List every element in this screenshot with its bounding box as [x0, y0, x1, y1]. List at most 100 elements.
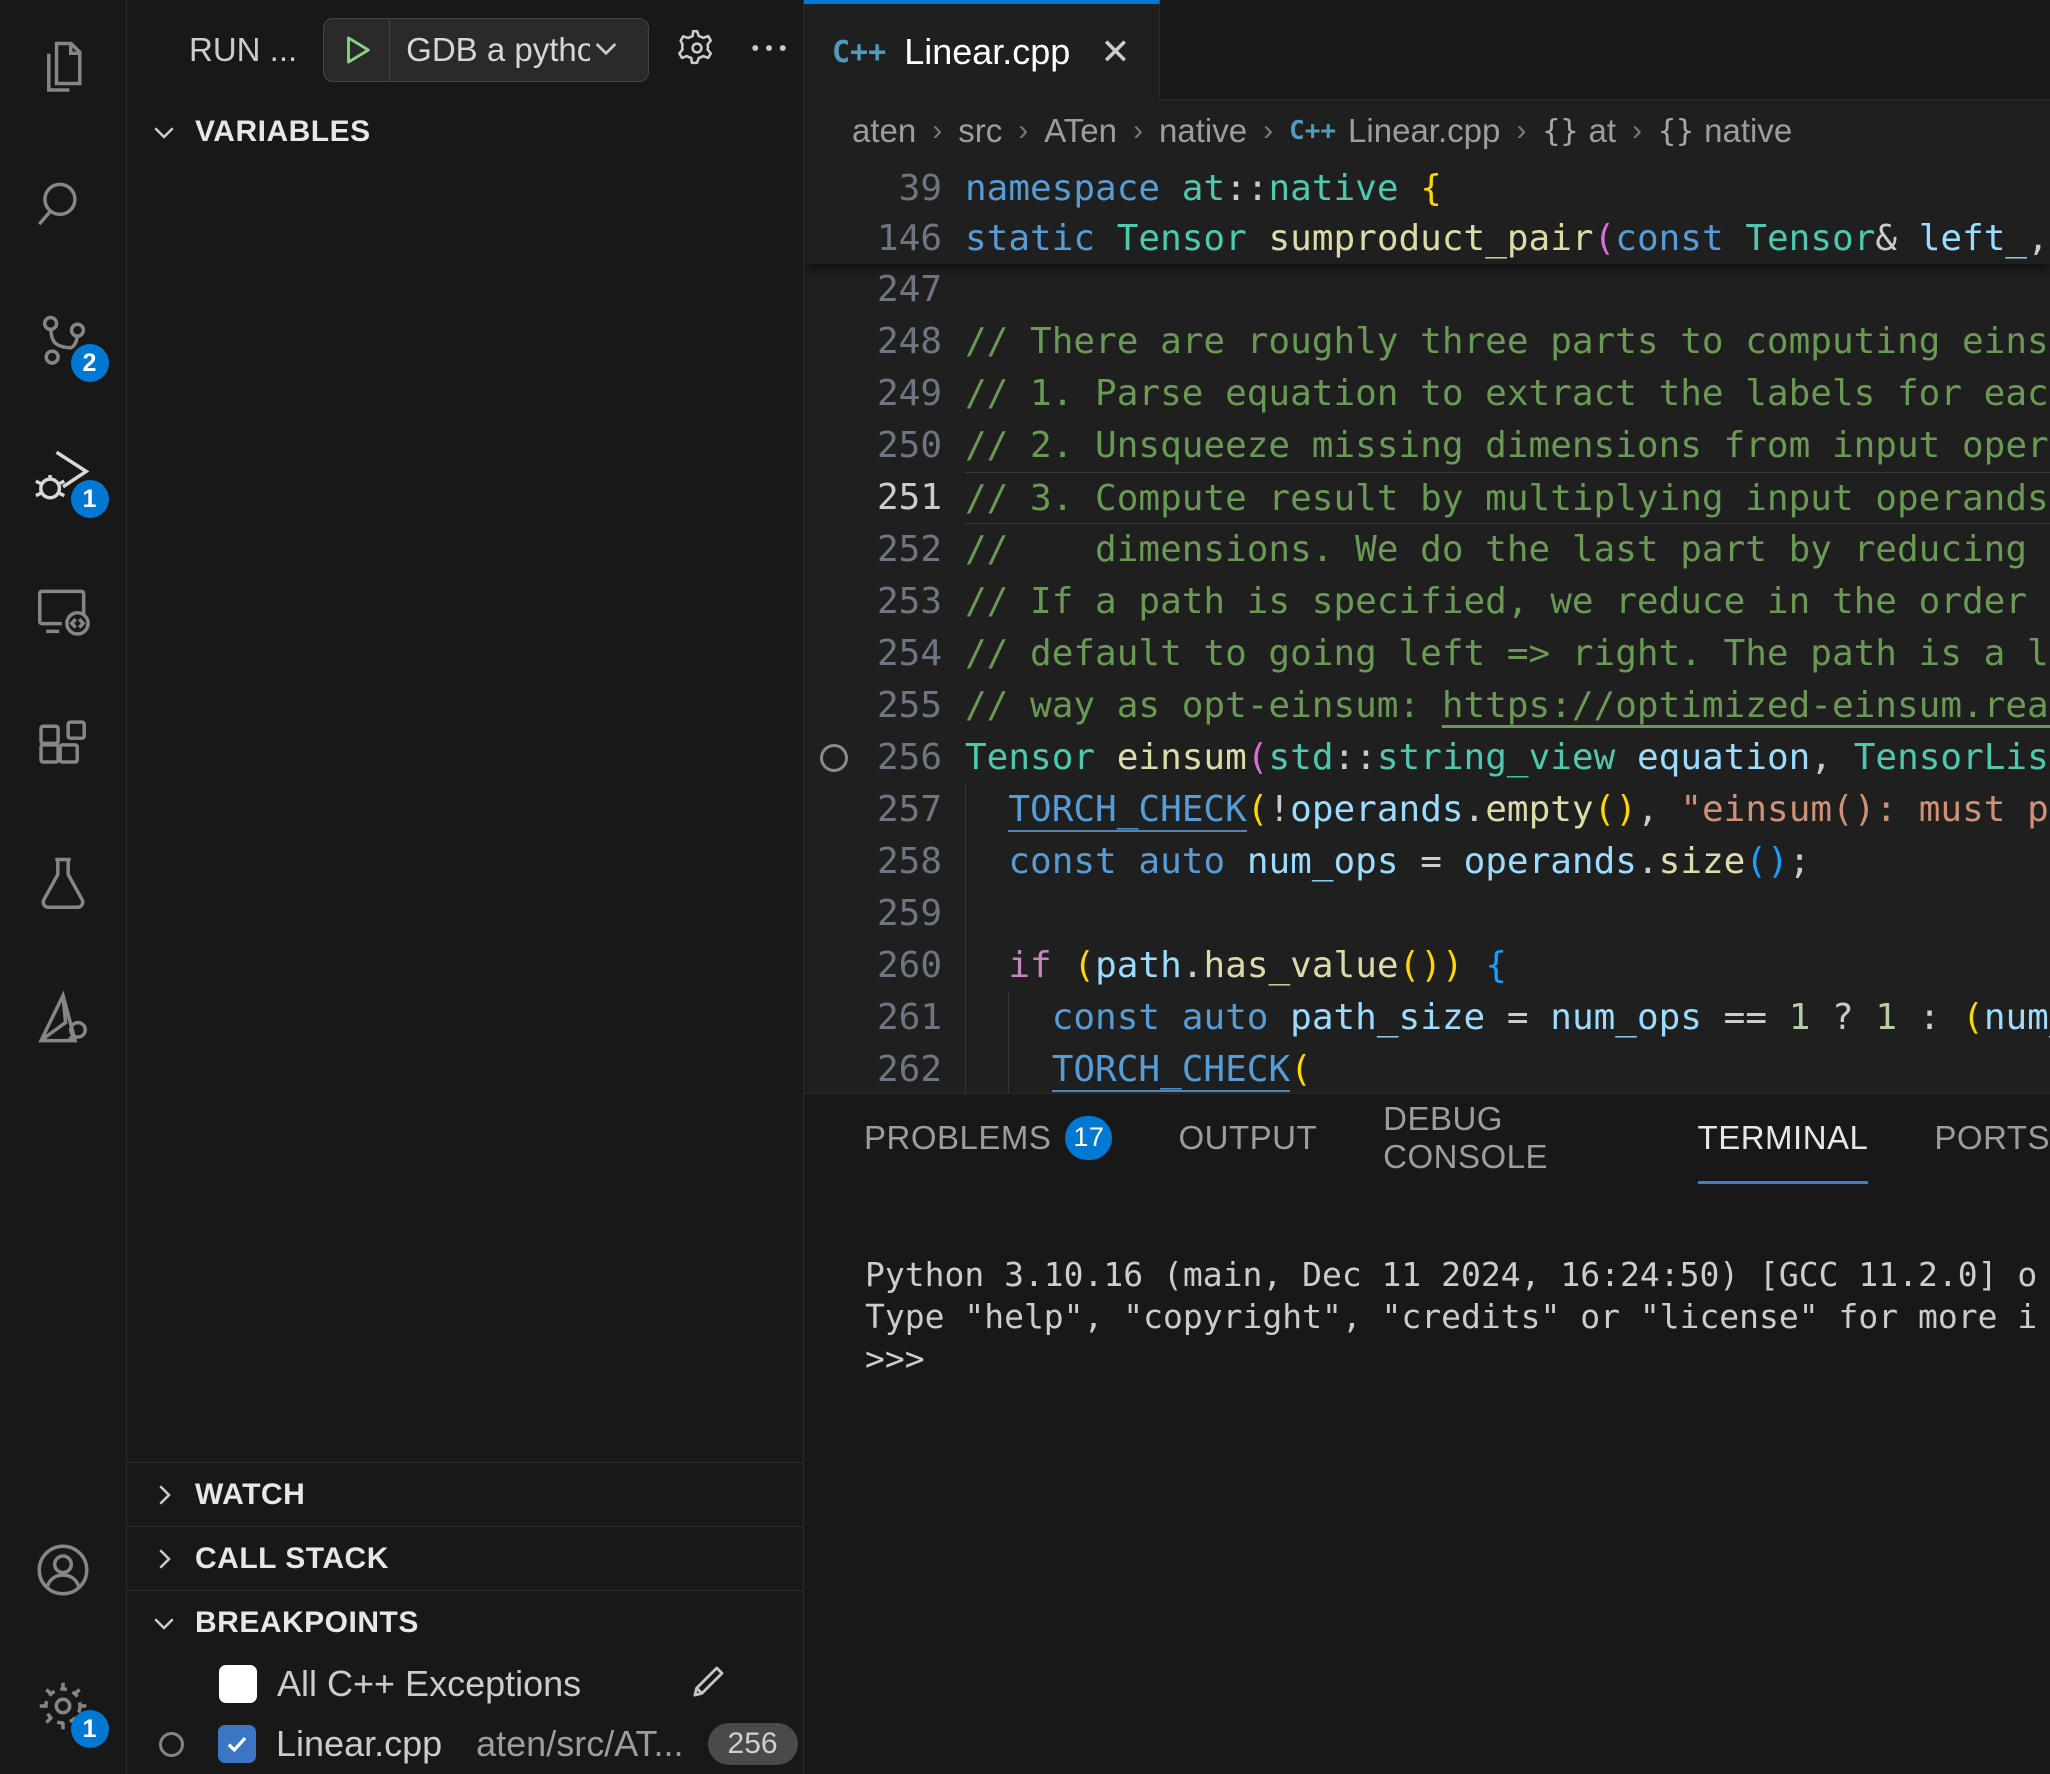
launch-config-dropdown[interactable]: GDB a pytho [323, 18, 649, 82]
breadcrumb-item-linear-cpp[interactable]: C++Linear.cpp [1289, 112, 1500, 150]
gutter-line-258[interactable]: 258 [804, 836, 942, 888]
code-text[interactable]: // dimensions. We do the last part by re… [965, 524, 2050, 576]
code-text[interactable]: // 3. Compute result by multiplying inpu… [965, 472, 2050, 524]
gutter-line-257[interactable]: 257 [804, 784, 942, 836]
terminal-output[interactable]: Python 3.10.16 (main, Dec 11 2024, 16:24… [804, 1184, 2050, 1774]
token: // way as opt-einsum: [965, 685, 1442, 726]
code-line-253[interactable]: 253 // If a path is specified, we reduce … [804, 576, 2050, 628]
code-text[interactable] [965, 264, 2050, 316]
code-line-256[interactable]: 256 Tensor einsum(std::string_view equati… [804, 732, 2050, 784]
source-control-icon[interactable]: 2 [0, 272, 127, 408]
variables-section-header[interactable]: VARIABLES [127, 100, 803, 164]
panel-tab-ports[interactable]: PORTS [1934, 1094, 2050, 1184]
code-line-255[interactable]: 255 // way as opt-einsum: https://optimiz… [804, 680, 2050, 732]
gutter-line-247[interactable]: 247 [804, 264, 942, 316]
token [1399, 168, 1421, 209]
search-icon[interactable] [0, 136, 127, 272]
run-debug-icon[interactable]: 1 [0, 408, 127, 544]
breadcrumb-item-aten[interactable]: aten [852, 112, 916, 150]
breadcrumb-item-src[interactable]: src [958, 112, 1002, 150]
breadcrumb-item-native[interactable]: {}native [1658, 112, 1792, 150]
code-line-247[interactable]: 247 [804, 264, 2050, 316]
account-icon[interactable] [0, 1502, 127, 1638]
watch-section-header[interactable]: WATCH [127, 1462, 803, 1526]
edit-pencil-icon[interactable] [687, 1661, 729, 1708]
gutter-line-255[interactable]: 255 [804, 680, 942, 732]
gutter-line-249[interactable]: 249 [804, 368, 942, 420]
gutter-line-260[interactable]: 260 [804, 940, 942, 992]
code-text[interactable]: // way as opt-einsum: https://optimized-… [965, 680, 2050, 732]
code-text[interactable]: // 2. Unsqueeze missing dimensions from … [965, 420, 2050, 472]
code-line-258[interactable]: 258 const auto num_ops = operands.size()… [804, 836, 2050, 888]
code-line-257[interactable]: 257 TORCH_CHECK(!operands.empty(), "eins… [804, 784, 2050, 836]
tab-linear-cpp[interactable]: C++ Linear.cpp ✕ [804, 0, 1160, 100]
file-breakpoint-checkbox[interactable] [218, 1725, 256, 1763]
code-line-39[interactable]: 39 namespace at::native { [804, 164, 2050, 214]
remote-explorer-icon[interactable] [0, 544, 127, 680]
exception-breakpoint-row[interactable]: All C++ Exceptions [127, 1654, 803, 1714]
code-line-251[interactable]: 251 // 3. Compute result by multiplying i… [804, 472, 2050, 524]
gutter-line-39[interactable]: 39 [804, 164, 942, 214]
code-text[interactable]: const auto num_ops = operands.size(); [965, 836, 2050, 888]
code-text[interactable]: static Tensor sumproduct_pair(const Tens… [965, 214, 2050, 264]
code-text[interactable]: TORCH_CHECK( [965, 1044, 2050, 1093]
code-line-249[interactable]: 249 // 1. Parse equation to extract the l… [804, 368, 2050, 420]
gutter-line-261[interactable]: 261 [804, 992, 942, 1044]
panel-tab-output[interactable]: OUTPUT [1178, 1094, 1317, 1184]
breadcrumb-item-native[interactable]: native [1159, 112, 1247, 150]
code-line-259[interactable]: 259 [804, 888, 2050, 940]
gutter-line-252[interactable]: 252 [804, 524, 942, 576]
gutter-line-250[interactable]: 250 [804, 420, 942, 472]
code-text[interactable]: namespace at::native { [965, 164, 2050, 214]
explorer-icon[interactable] [0, 0, 127, 136]
panel-tab-debug-console[interactable]: DEBUG CONSOLE [1383, 1094, 1631, 1184]
code-line-262[interactable]: 262 TORCH_CHECK( [804, 1044, 2050, 1093]
exception-checkbox[interactable] [219, 1665, 257, 1703]
panel-tab-problems[interactable]: PROBLEMS17 [864, 1094, 1112, 1184]
breakpoints-label: BREAKPOINTS [195, 1606, 419, 1640]
code-text[interactable]: const auto path_size = num_ops == 1 ? 1 … [965, 992, 2050, 1044]
call-stack-section-header[interactable]: CALL STACK [127, 1526, 803, 1590]
code-line-250[interactable]: 250 // 2. Unsqueeze missing dimensions fr… [804, 420, 2050, 472]
token: path [1095, 945, 1182, 986]
gutter-line-146[interactable]: 146 [804, 214, 942, 264]
code-text[interactable]: if (path.has_value()) { [965, 940, 2050, 992]
code-line-260[interactable]: 260 if (path.has_value()) { [804, 940, 2050, 992]
code-text[interactable]: // There are roughly three parts to comp… [965, 316, 2050, 368]
file-breakpoint-row[interactable]: Linear.cpp aten/src/AT... 256 [127, 1714, 803, 1774]
debug-settings-gear-icon[interactable] [675, 26, 719, 75]
testing-icon[interactable] [0, 816, 127, 952]
gutter-line-251[interactable]: 251 [804, 472, 942, 524]
code-line-254[interactable]: 254 // default to going left => right. Th… [804, 628, 2050, 680]
code-text[interactable]: Tensor einsum(std::string_view equation,… [965, 732, 2050, 784]
gutter-line-253[interactable]: 253 [804, 576, 942, 628]
code-text[interactable] [965, 888, 2050, 940]
code-text[interactable]: TORCH_CHECK(!operands.empty(), "einsum()… [965, 784, 2050, 836]
start-debug-button[interactable] [324, 19, 390, 81]
panel-tab-terminal[interactable]: TERMINAL [1698, 1094, 1869, 1184]
token: size [1659, 841, 1746, 882]
gutter-line-254[interactable]: 254 [804, 628, 942, 680]
code-text[interactable]: // If a path is specified, we reduce in … [965, 576, 2050, 628]
code-editor[interactable]: 39 namespace at::native {146 static Tensor… [804, 162, 2050, 1093]
code-line-248[interactable]: 248 // There are roughly three parts to c… [804, 316, 2050, 368]
breakpoint-icon[interactable] [820, 744, 848, 772]
token: const [1615, 218, 1723, 259]
cmake-icon[interactable] [0, 952, 127, 1088]
code-line-146[interactable]: 146 static Tensor sumproduct_pair(const T… [804, 214, 2050, 264]
more-actions-icon[interactable] [747, 26, 791, 75]
code-line-252[interactable]: 252 // dimensions. We do the last part by… [804, 524, 2050, 576]
breadcrumb-item-at[interactable]: {}at [1542, 112, 1616, 150]
gutter-line-262[interactable]: 262 [804, 1044, 942, 1093]
code-text[interactable]: // 1. Parse equation to extract the labe… [965, 368, 2050, 420]
gutter-line-259[interactable]: 259 [804, 888, 942, 940]
code-text[interactable]: // default to going left => right. The p… [965, 628, 2050, 680]
breakpoints-section-header[interactable]: BREAKPOINTS [127, 1590, 803, 1654]
code-line-261[interactable]: 261 const auto path_size = num_ops == 1 … [804, 992, 2050, 1044]
gutter-line-256[interactable]: 256 [804, 732, 942, 784]
close-icon[interactable]: ✕ [1100, 31, 1130, 73]
breadcrumb-item-aten[interactable]: ATen [1044, 112, 1117, 150]
extensions-icon[interactable] [0, 680, 127, 816]
gutter-line-248[interactable]: 248 [804, 316, 942, 368]
settings-gear-icon[interactable]: 1 [0, 1638, 127, 1774]
